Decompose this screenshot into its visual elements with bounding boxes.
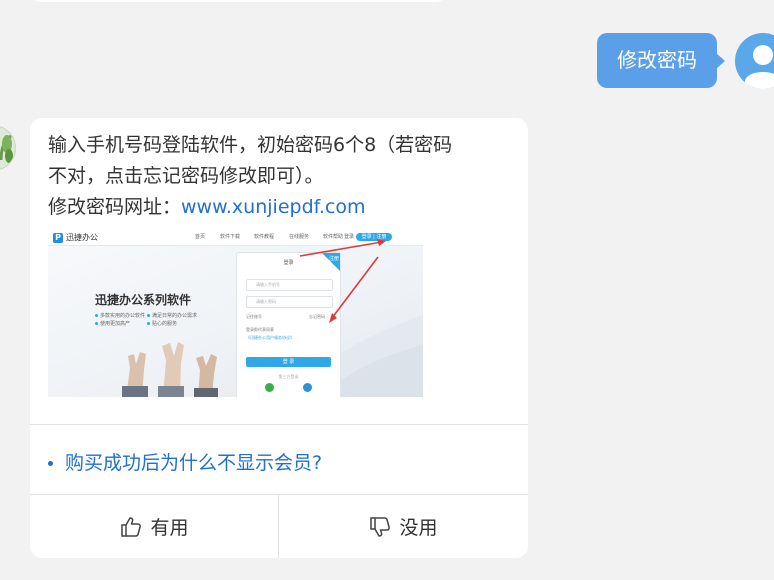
user-message-text: 修改密码 [617,48,697,72]
screenshot-nav-item: 软件教程 [254,234,275,240]
useful-button[interactable]: 有用 [30,495,279,558]
screenshot-login-register-button: 登录 | 注册 [356,233,392,241]
user-silhouette-icon [745,45,774,89]
instruction-screenshot[interactable]: P 迅捷办公 首页 软件下载 软件教程 在线服务 软件帮助 登录 登录 | 注册… [48,230,423,397]
screenshot-logo: 迅捷办公 [66,233,98,242]
screenshot-submit-button: 登 录 [246,357,331,367]
screenshot-feature: 贴心的服务 [147,320,177,327]
useless-button[interactable]: 没用 [279,495,528,558]
screenshot-feature: 多款实用的办公软件 [95,312,145,319]
screenshot-login-panel: 登录 注册 请输入手机号 请输入密码 记住账号 忘记密码 登录即代表同意 《迅捷… [236,252,341,397]
useless-label: 没用 [399,517,438,539]
screenshot-remember: 记住账号 [246,314,262,319]
related-question-link[interactable]: 购买成功后为什么不显示会员? [48,448,322,475]
screenshot-nav-item: 首页 [195,234,206,240]
screenshot-nav-item: 软件帮助 [323,234,344,240]
screenshot-register-label: 注册 [328,256,339,262]
website-link[interactable]: www.xunjiepdf.com [181,196,366,218]
bot-message: 输入手机号码登陆软件，初始密码6个8（若密码 不对，点击忘记密码修改即可）。 修… [48,130,508,223]
thumbs-up-icon [121,516,142,537]
bot-message-line-2: 不对，点击忘记密码修改即可）。 [48,165,324,187]
user-avatar [735,33,774,89]
bot-message-line-1: 输入手机号码登陆软件，初始密码6个8（若密码 [48,134,453,156]
screenshot-third-party-divider: 第三方登录 [278,374,299,379]
bot-avatar [0,125,16,171]
screenshot-feature: 使用更加高产 [95,320,130,327]
screenshot-nav-item: 软件下载 [220,234,241,240]
screenshot-nav-item: 登录 [344,234,355,240]
screenshot-feature: 满足日常的办公需求 [147,312,197,319]
bullet-icon [48,461,53,466]
bot-message-line-3: 修改密码网址：www.xunjiepdf.com [48,192,508,223]
thumbs-down-icon [370,516,391,537]
raised-hands-illustration [122,342,218,397]
logo-mark: P [53,233,63,243]
url-label: 修改密码网址： [48,196,182,218]
screenshot-navbar: P 迅捷办公 首页 软件下载 软件教程 在线服务 软件帮助 登录 登录 | 注册 [48,230,423,246]
wechat-icon [265,383,274,392]
plant-icon [0,134,13,163]
screenshot-agreement-prefix: 登录即代表同意 [246,327,274,332]
section-divider [30,424,528,425]
screenshot-headline: 迅捷办公系列软件 [95,293,192,307]
qq-icon [303,383,312,392]
previous-message-bubble [30,0,446,2]
bot-answer-card: 输入手机号码登陆软件，初始密码6个8（若密码 不对，点击忘记密码修改即可）。 修… [30,118,528,558]
screenshot-password-field: 请输入密码 [246,296,333,308]
screenshot-nav-item: 在线服务 [289,234,310,240]
user-message-bubble: 修改密码 [597,33,725,88]
screenshot-agreement-link: 《迅捷办公用户服务协议》 [246,335,294,340]
useful-label: 有用 [150,517,189,539]
screenshot-phone-field: 请输入手机号 [246,279,333,291]
screenshot-forgot-password: 忘记密码 [309,314,325,319]
related-question-text: 购买成功后为什么不显示会员? [65,452,323,474]
